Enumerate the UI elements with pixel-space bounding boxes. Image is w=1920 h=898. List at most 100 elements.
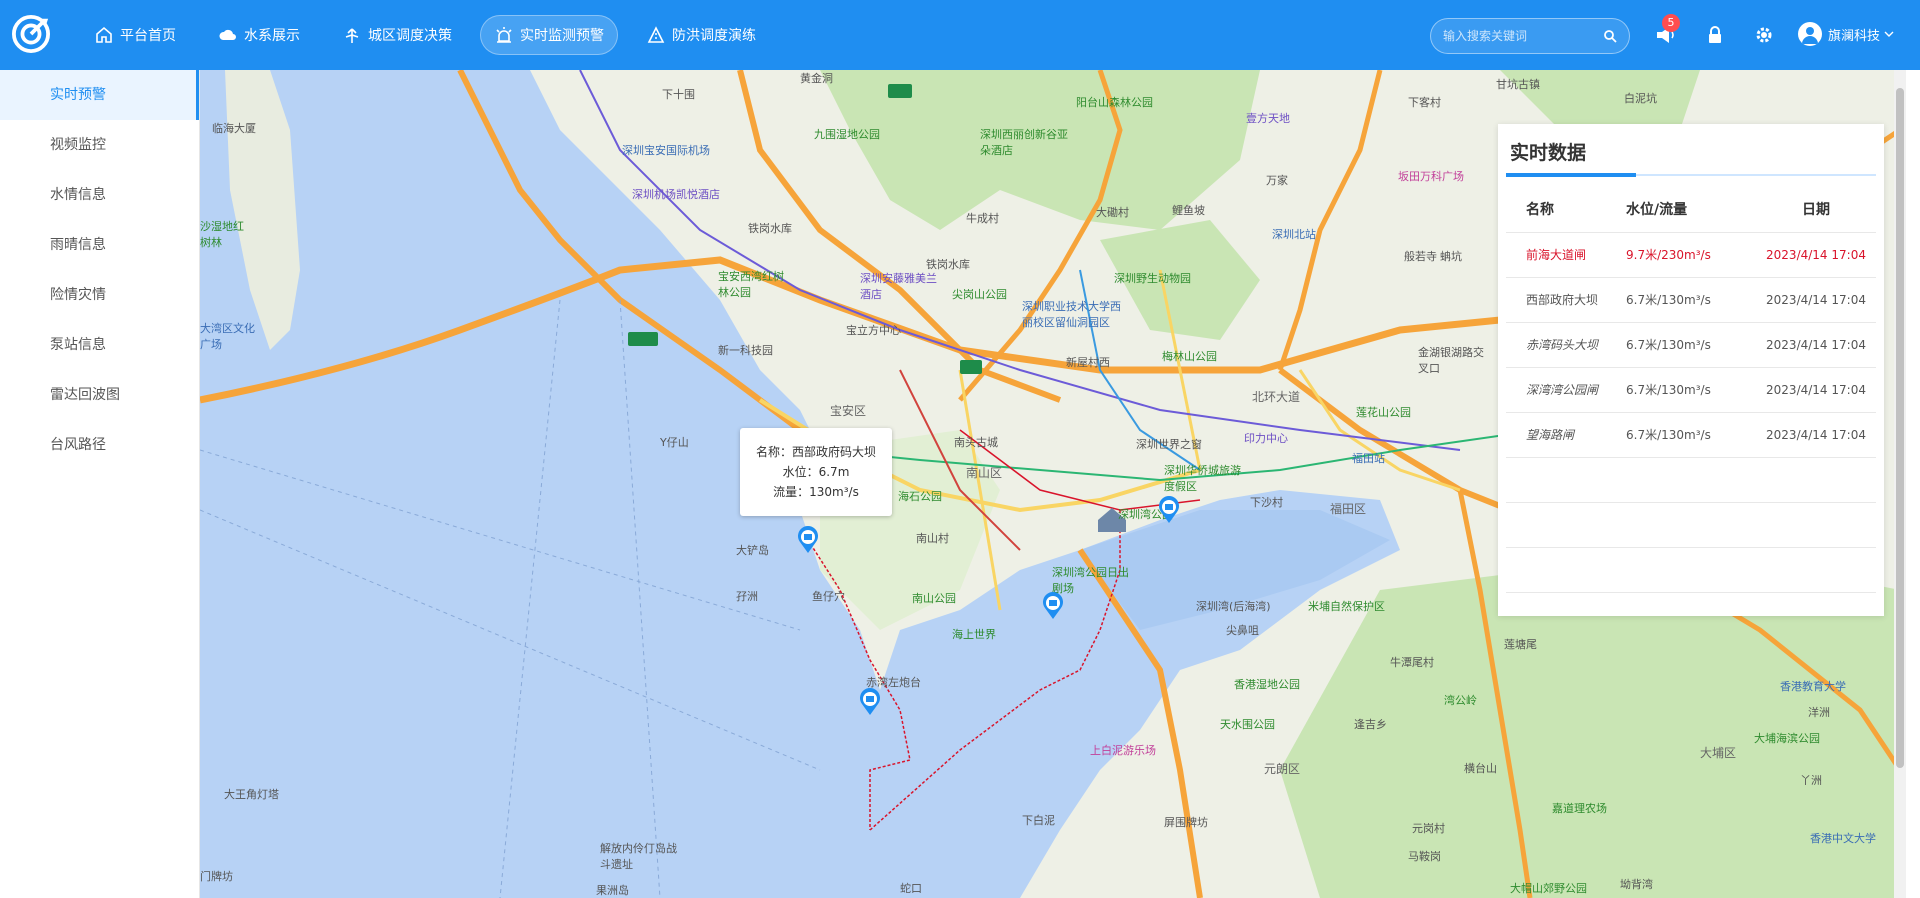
- map-label: 福田区: [1330, 502, 1367, 516]
- map-label: 大王角灯塔: [224, 788, 279, 801]
- map-label: 尖岗山公园: [952, 288, 1007, 301]
- map-label: 鱼仔穴: [812, 590, 845, 603]
- sidebar-item-video[interactable]: 视频监控: [0, 120, 199, 170]
- map-label: 蛇口: [900, 882, 922, 895]
- sidebar-item-label: 水情信息: [50, 187, 106, 203]
- map-label: 屏围牌坊: [1164, 816, 1208, 829]
- table-row-empty: [1506, 457, 1876, 503]
- map-label: 南山公园: [912, 592, 956, 605]
- nav-water-system-label: 水系展示: [244, 28, 300, 44]
- map-label: 黄金洞: [800, 72, 833, 85]
- row-date: 2023/4/14 17:04: [1756, 367, 1876, 413]
- map-label: 深圳宝安国际机场: [622, 144, 710, 157]
- directions-icon: [345, 28, 359, 43]
- sidebar-item-label: 雷达回波图: [50, 387, 120, 403]
- map-label: 香港教育大学: [1780, 680, 1846, 693]
- nav-flood-drill-label: 防洪调度演练: [672, 28, 756, 44]
- station-marker-icon[interactable]: [1042, 592, 1064, 620]
- map-label: 南山区: [966, 466, 1003, 480]
- map-label: 深圳湾公园日出剧场: [1052, 566, 1129, 595]
- station-tooltip: 名称：西部政府码大坝 水位：6.7m 流量：130m³/s: [740, 428, 892, 516]
- sidebar-item-water-info[interactable]: 水情信息: [0, 170, 199, 220]
- map-label: 解放内伶仃岛战斗遗址: [600, 842, 677, 871]
- map-label: 横台山: [1464, 762, 1497, 775]
- map-label: 香港中文大学: [1810, 832, 1876, 845]
- map-label: 蚺坑: [1440, 250, 1462, 263]
- sidebar-item-typhoon[interactable]: 台风路径: [0, 420, 199, 470]
- map-label: 深圳职业技术大学西丽校区留仙洞园区: [1022, 300, 1121, 329]
- map-label: 香港湿地公园: [1234, 678, 1300, 691]
- table-row[interactable]: 前海大道闸 9.7米/230m³/s 2023/4/14 17:04: [1506, 232, 1876, 278]
- column-header-date: 日期: [1756, 186, 1876, 233]
- station-marker-icon[interactable]: [797, 526, 819, 554]
- home-icon: [96, 26, 112, 43]
- alarm-icon: [496, 27, 512, 43]
- user-name: 旗澜科技: [1828, 28, 1881, 44]
- sidebar-item-realtime-alert[interactable]: 实时预警: [0, 70, 199, 120]
- map-label: 壹方天地: [1246, 112, 1290, 125]
- map-label: 深圳湾(后海湾): [1196, 600, 1271, 613]
- table-row[interactable]: 深湾湾公园闸 6.7米/130m³/s 2023/4/14 17:04: [1506, 367, 1876, 413]
- map-label: 牛潭尾村: [1390, 656, 1434, 669]
- sidebar-item-rain-info[interactable]: 雨晴信息: [0, 220, 199, 270]
- search-box[interactable]: [1430, 18, 1630, 54]
- map-label: 下客村: [1408, 96, 1441, 109]
- gear-icon[interactable]: [1753, 24, 1775, 46]
- nav-city-dispatch[interactable]: 城区调度决策: [328, 15, 466, 55]
- page-scrollbar[interactable]: [1894, 70, 1906, 898]
- map-label: 下沙村: [1250, 496, 1283, 509]
- map-label: 深圳安藤雅美兰酒店: [860, 272, 937, 301]
- sidebar-item-radar[interactable]: 雷达回波图: [0, 370, 199, 420]
- map-label: 坂田万科广场: [1398, 170, 1464, 183]
- sidebar-item-pump[interactable]: 泵站信息: [0, 320, 199, 370]
- app-logo-icon[interactable]: [12, 15, 50, 53]
- map-label: 洋洲: [1808, 706, 1830, 719]
- map-label: 天水围公园: [1220, 718, 1275, 731]
- table-header-row: 名称 水位/流量 日期: [1506, 186, 1876, 233]
- map-label: Y仔山: [660, 436, 689, 449]
- map-label: 新一科技园: [718, 344, 773, 357]
- nav-city-dispatch-label: 城区调度决策: [368, 28, 452, 44]
- map-label: 印力中心: [1244, 432, 1288, 445]
- table-row[interactable]: 赤湾码头大坝 6.7米/130m³/s 2023/4/14 17:04: [1506, 322, 1876, 368]
- search-input[interactable]: [1443, 29, 1603, 43]
- map-label: 宝安区: [830, 404, 867, 418]
- station-marker-icon[interactable]: [1158, 496, 1180, 524]
- rehearsal-icon: [647, 26, 665, 43]
- map-label: 白泥坑: [1624, 92, 1657, 105]
- row-date: 2023/4/14 17:04: [1756, 322, 1876, 368]
- nav-water-system[interactable]: 水系展示: [204, 15, 314, 55]
- row-value: 9.7米/230m³/s: [1626, 232, 1756, 278]
- map-label: 南头古城: [954, 436, 998, 449]
- scrollbar-thumb[interactable]: [1896, 88, 1904, 768]
- sidebar-item-label: 泵站信息: [50, 337, 106, 353]
- map-label: 般若寺: [1404, 250, 1437, 263]
- lock-icon[interactable]: [1704, 24, 1726, 46]
- user-menu[interactable]: 旗澜科技: [1798, 22, 1894, 46]
- map-label: 大帽山郊野公园: [1510, 882, 1587, 895]
- nav-realtime-monitor[interactable]: 实时监测预警: [480, 15, 618, 55]
- search-icon[interactable]: [1603, 29, 1617, 43]
- map-label: 铁岗水库: [926, 258, 970, 271]
- map-label: 米埔自然保护区: [1308, 600, 1385, 613]
- map-label: 临海大厦: [212, 122, 256, 135]
- nav-flood-drill[interactable]: 防洪调度演练: [632, 15, 770, 55]
- table-row[interactable]: 西部政府大坝 6.7米/130m³/s 2023/4/14 17:04: [1506, 277, 1876, 323]
- map-label: 宝安西湾红树林公园: [718, 270, 784, 299]
- nav-home-label: 平台首页: [120, 28, 176, 44]
- map-label: 下白泥: [1022, 814, 1055, 827]
- map-label: 北环大道: [1252, 390, 1301, 404]
- map-label: 大磡村: [1096, 206, 1129, 219]
- map-label: 上白泥游乐场: [1090, 744, 1156, 757]
- top-navbar: 平台首页 水系展示 城区调度决策 实时监测预警 防洪调度演练 5 旗澜科技: [0, 0, 1920, 70]
- sidebar-item-label: 实时预警: [50, 87, 106, 103]
- nav-home[interactable]: 平台首页: [80, 15, 190, 55]
- notification-badge: 5: [1662, 14, 1680, 32]
- map-label: 深圳世界之窗: [1136, 438, 1202, 451]
- station-marker-icon[interactable]: [859, 688, 881, 716]
- sidebar-item-disaster[interactable]: 险情灾情: [0, 270, 199, 320]
- map-label: 莲塘尾: [1504, 638, 1537, 651]
- table-row[interactable]: 望海路闸 6.7米/130m³/s 2023/4/14 17:04: [1506, 412, 1876, 458]
- map-label: 铁岗水库: [748, 222, 792, 235]
- map-label: 孖洲: [736, 590, 758, 603]
